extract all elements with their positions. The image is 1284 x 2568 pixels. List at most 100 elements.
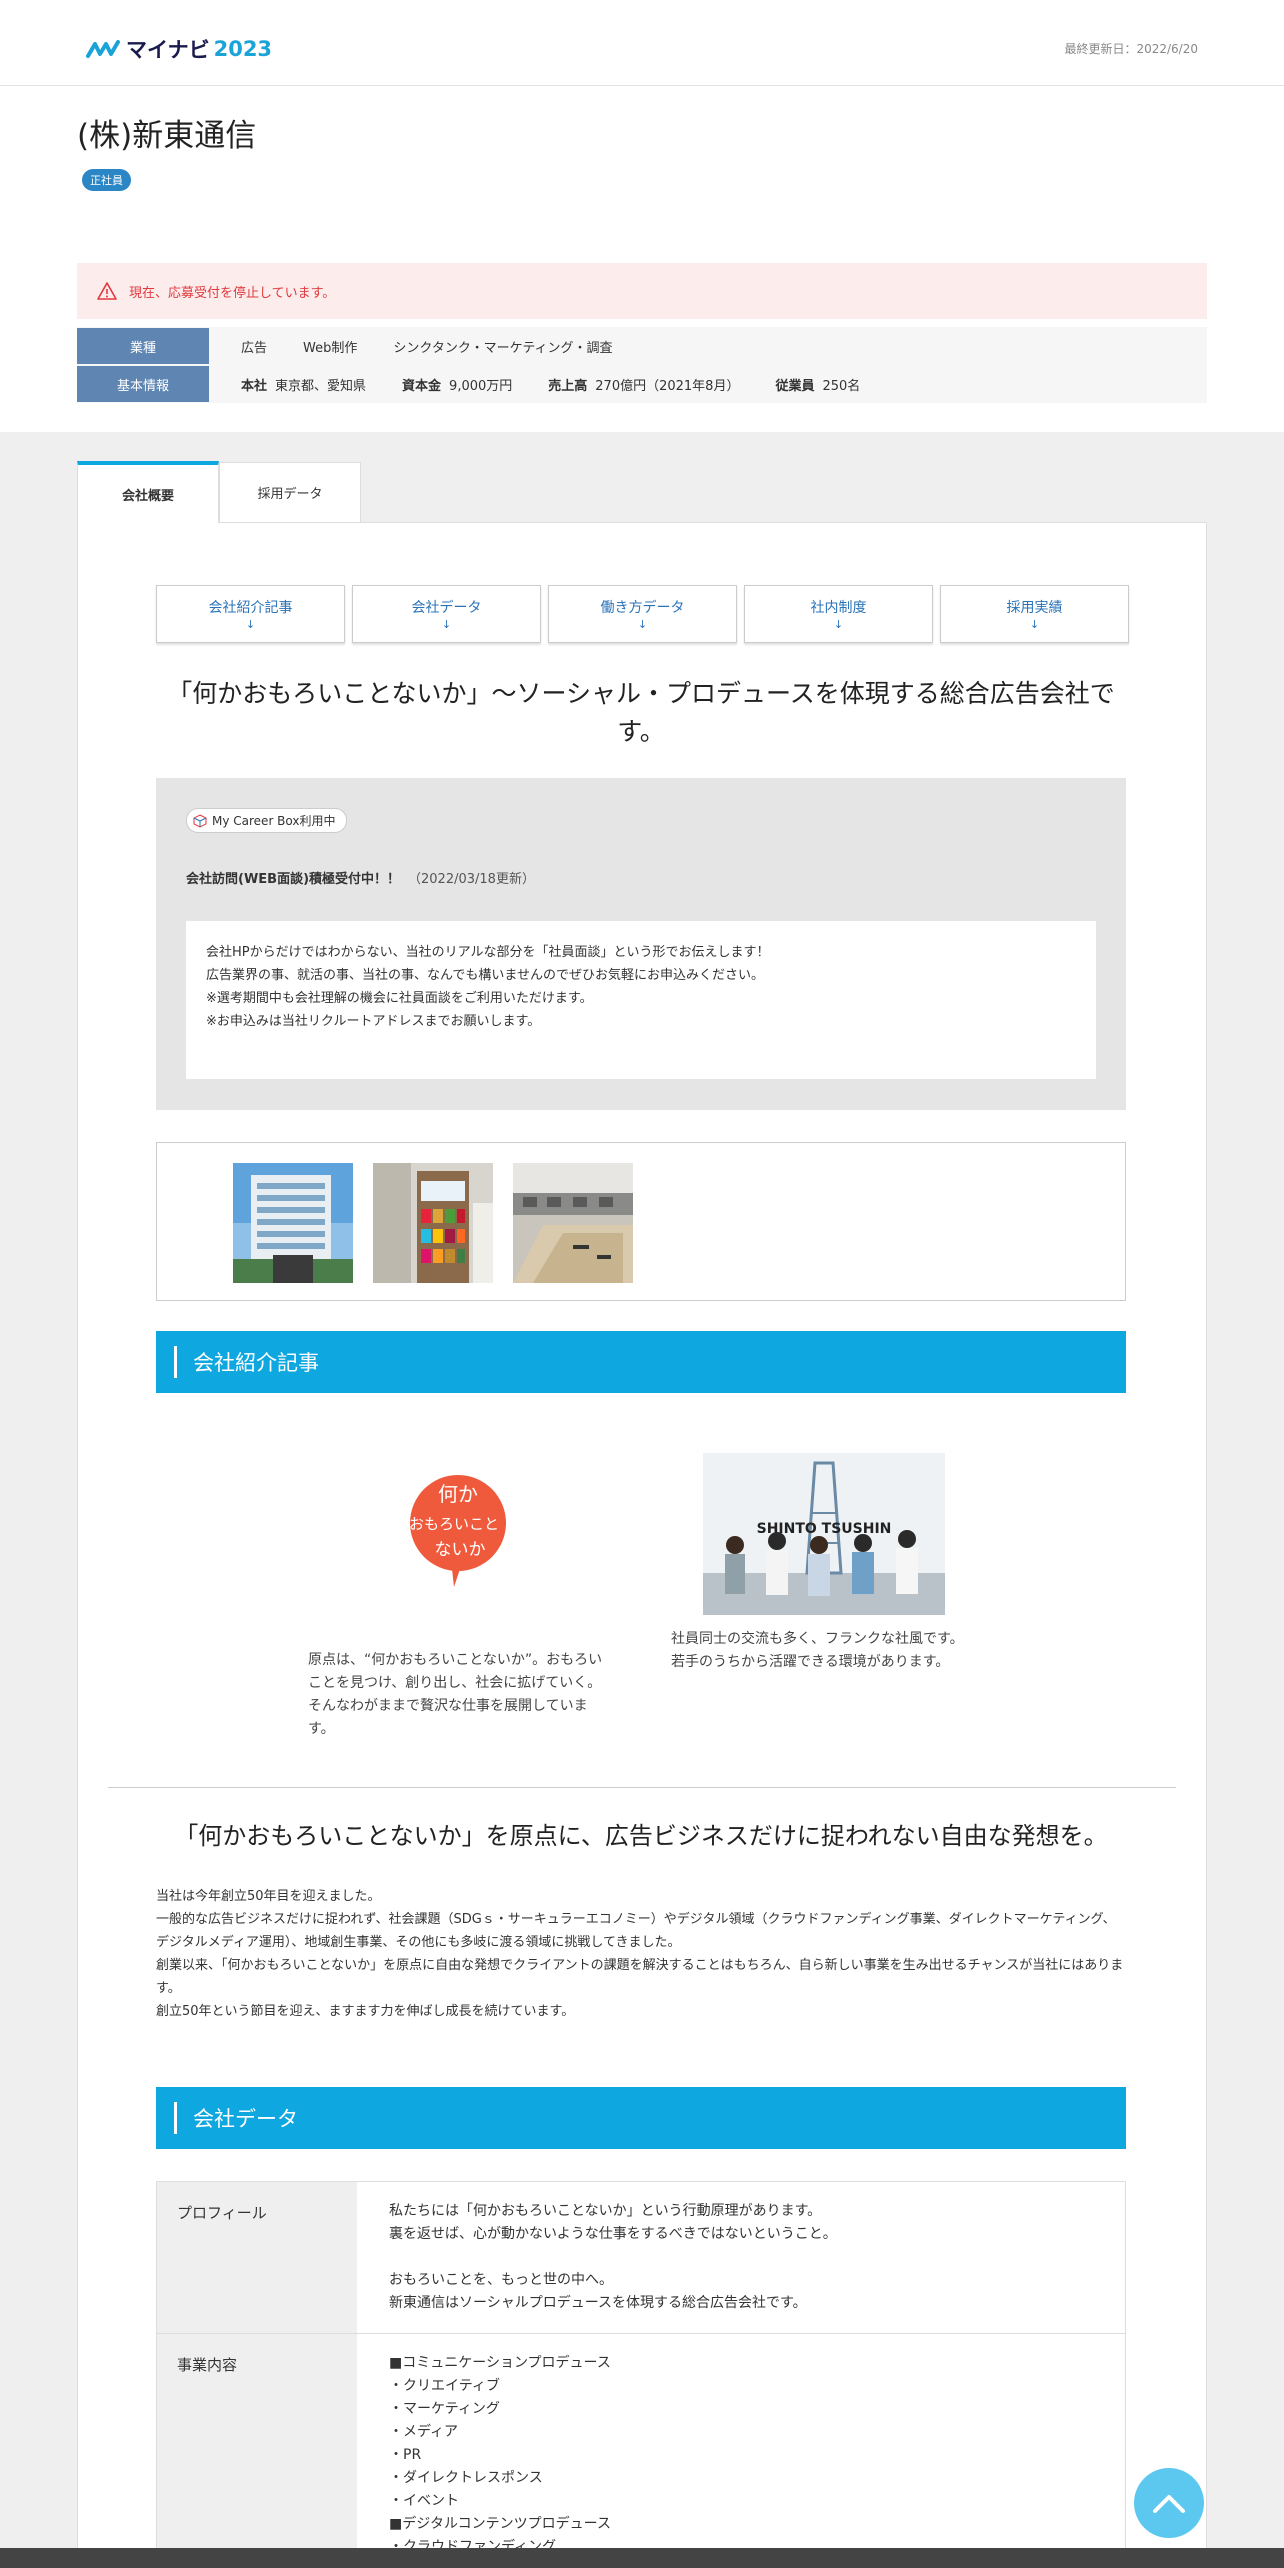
anchor-label: 働き方データ xyxy=(600,600,685,616)
section-title: 会社紹介記事 xyxy=(193,1351,319,1375)
industry-values: 広告 Web制作 シンクタンク・マーケティング・調査 xyxy=(209,337,613,356)
anchor-label: 会社紹介記事 xyxy=(208,600,293,616)
logo-text: マイナビ xyxy=(126,38,210,62)
section-divider xyxy=(108,1787,1176,1788)
arrow-down-icon: ↓ xyxy=(833,618,844,631)
company-info-table: 業種 広告 Web制作 シンクタンク・マーケティング・調査 基本情報 本社 東京都… xyxy=(77,327,1207,403)
logo-lettering: 何か xyxy=(438,1482,478,1506)
industry-row: 業種 広告 Web制作 シンクタンク・マーケティング・調査 xyxy=(77,327,1207,365)
hq-label: 本社 xyxy=(241,378,268,394)
visit-message-line: ※お申込みは当社リクルートアドレスまでお願いします。 xyxy=(206,1014,541,1029)
employees-label: 従業員 xyxy=(775,378,815,394)
industry-label: 業種 xyxy=(77,328,209,364)
chevron-up-icon xyxy=(1153,2495,1185,2513)
description-line: 当社は今年創立50年目を迎えました。 xyxy=(156,1889,381,1904)
anchor-label: 採用実績 xyxy=(1006,600,1063,616)
table-row: プロフィール 私たちには「何かおもろいことないか」という行動原理があります。 裏… xyxy=(157,2182,1125,2334)
industry-item: シンクタンク・マーケティング・調査 xyxy=(393,340,613,356)
employees-info: 従業員 250名 xyxy=(775,375,860,394)
article-text: 原点は、“何かおもろいことないか”。おもろいことを見つけ、創り出し、社会に拡げて… xyxy=(308,1652,603,1737)
company-name: (株)新東通信 xyxy=(77,118,257,154)
row-label: プロフィール xyxy=(157,2182,357,2333)
visit-message-line: 広告業界の事、就活の事、当社の事、なんでも構いませんのでぜひお気軽にお申込みくだ… xyxy=(206,968,764,983)
sales-label: 売上高 xyxy=(548,378,588,394)
row-value: 私たちには「何かおもろいことないか」という行動原理があります。 裏を返せば、心が… xyxy=(389,2203,837,2311)
office-interior-photo[interactable] xyxy=(513,1163,633,1283)
tab-recruitment-data[interactable]: 採用データ xyxy=(219,462,361,522)
arrow-down-icon: ↓ xyxy=(1029,618,1040,631)
visit-date: （2022/03/18更新） xyxy=(408,872,535,887)
description-line: 一般的な広告ビジネスだけに捉われず、社会課題（SDGｓ・サーキュラーエコノミー）… xyxy=(156,1912,1116,1950)
article-line: 若手のうちから活躍できる環境があります。 xyxy=(671,1654,950,1670)
anchor-company-data[interactable]: 会社データ ↓ xyxy=(352,585,541,643)
employees-value: 250名 xyxy=(822,378,861,394)
description-line: 創立50年という節目を迎え、ますます力を伸ばし成長を続けています。 xyxy=(156,2004,575,2019)
visit-title: 会社訪問(WEB面談)積極受付中！！ xyxy=(186,872,401,887)
cube-icon xyxy=(193,813,207,828)
hq-info: 本社 東京都、愛知県 xyxy=(241,375,366,394)
row-label: 事業内容 xyxy=(157,2334,357,2568)
visit-heading: 会社訪問(WEB面談)積極受付中！！ （2022/03/18更新） xyxy=(186,868,535,887)
tab-company-overview[interactable]: 会社概要 xyxy=(77,461,219,523)
table-row: 事業内容 ■コミュニケーションプロデュース ・クリエイティブ ・マーケティング … xyxy=(157,2334,1125,2568)
warning-icon xyxy=(97,282,117,300)
top-area: マイナビ 2023 最終更新日：2022/6/20 (株)新東通信 正社員 現在… xyxy=(0,0,1284,432)
mynavi-logo[interactable]: マイナビ 2023 xyxy=(86,34,272,64)
row-value: ■コミュニケーションプロデュース ・クリエイティブ ・マーケティング ・メディア… xyxy=(389,2355,611,2555)
industry-item: 広告 xyxy=(241,340,268,356)
visit-message: 会社HPからだけではわからない、当社のリアルな部分を「社員面談」という形でお伝え… xyxy=(186,921,1096,1079)
lead-heading: 「何かおもろいことないか」を原点に、広告ビジネスだけに捉われない自由な発想を。 xyxy=(174,1822,1108,1850)
employees-group-photo: SHINTO TSUSHIN xyxy=(703,1453,945,1615)
anchor-label: 会社データ xyxy=(411,600,482,616)
page-tabs: 会社概要 採用データ xyxy=(77,461,1207,523)
logo-lettering: ないか xyxy=(435,1540,486,1560)
career-box-panel: My Career Box利用中 会社訪問(WEB面談)積極受付中！！ （2022… xyxy=(156,778,1126,1110)
capital-value: 9,000万円 xyxy=(449,378,513,394)
site-header: マイナビ 2023 最終更新日：2022/6/20 xyxy=(0,0,1284,86)
mynavi-logo-icon xyxy=(86,40,120,58)
anchor-label: 社内制度 xyxy=(810,600,867,616)
article-line: 社員同士の交流も多く、フランクな社風です。 xyxy=(671,1631,964,1647)
visit-message-line: ※選考期間中も会社理解の機会に社員面談をご利用いただけます。 xyxy=(206,991,593,1006)
section-heading-company-articles: 会社紹介記事 xyxy=(156,1331,1126,1393)
bottom-bar xyxy=(0,2548,1284,2568)
employment-type-badge: 正社員 xyxy=(82,169,131,191)
description-line: 創業以来、「何かおもろいことないか」を原点に自由な発想でクライアントの課題を解決… xyxy=(156,1958,1124,1996)
career-box-label: My Career Box利用中 xyxy=(212,814,336,828)
section-title: 会社データ xyxy=(193,2107,298,2131)
scroll-to-top-button[interactable] xyxy=(1134,2468,1204,2538)
arrow-down-icon: ↓ xyxy=(441,618,452,631)
office-building-photo[interactable] xyxy=(233,1163,353,1283)
arrow-down-icon: ↓ xyxy=(245,618,256,631)
anchor-company-articles[interactable]: 会社紹介記事 ↓ xyxy=(156,585,345,643)
logo-lettering: おもろいこと xyxy=(409,1515,499,1533)
article-text: 社員同士の交流も多く、フランクな社風です。 若手のうちから活躍できる環境がありま… xyxy=(671,1628,1011,1674)
catchcopy: 「何かおもろいことないか」～ソーシャル・プロデュースを体現する総合広告会社です。 xyxy=(167,679,1115,746)
heading-bar xyxy=(174,1346,177,1378)
basic-info-row: 基本情報 本社 東京都、愛知県 資本金 9,000万円 売上高 270億円（2021年… xyxy=(77,365,1207,403)
omoroi-logo-image: 何か おもろいこと ないか xyxy=(409,1475,506,1587)
anchor-internal-systems[interactable]: 社内制度 ↓ xyxy=(744,585,933,643)
company-summary: (株)新東通信 正社員 現在、応募受付を停止しています。 業種 広告 Web制作… xyxy=(0,86,1284,432)
my-career-box-badge[interactable]: My Career Box利用中 xyxy=(186,808,347,833)
logo-year: 2023 xyxy=(213,37,273,61)
application-closed-alert: 現在、応募受付を停止しています。 xyxy=(77,263,1207,319)
heading-bar xyxy=(174,2102,177,2134)
capital-info: 資本金 9,000万円 xyxy=(402,375,512,394)
company-data-table: プロフィール 私たちには「何かおもろいことないか」という行動原理があります。 裏… xyxy=(156,2181,1126,2568)
section-heading-company-data: 会社データ xyxy=(156,2087,1126,2149)
company-description: 当社は今年創立50年目を迎えました。 一般的な広告ビジネスだけに捉われず、社会課… xyxy=(156,1885,1126,2023)
arrow-down-icon: ↓ xyxy=(637,618,648,631)
anchor-hiring-record[interactable]: 採用実績 ↓ xyxy=(940,585,1129,643)
basic-info-label: 基本情報 xyxy=(77,366,209,402)
interior-shelf-photo[interactable] xyxy=(373,1163,493,1283)
sales-info: 売上高 270億円（2021年8月） xyxy=(548,375,739,394)
last-updated: 最終更新日：2022/6/20 xyxy=(1064,42,1198,56)
anchor-work-style-data[interactable]: 働き方データ ↓ xyxy=(548,585,737,643)
capital-label: 資本金 xyxy=(402,378,442,394)
company-articles: 何か おもろいこと ないか 原点は、“何かおもろいことないか”。おもろいことを見… xyxy=(156,1453,1126,1743)
sales-value: 270億円（2021年8月） xyxy=(595,378,740,394)
overview-card: 会社紹介記事 ↓ 会社データ ↓ 働き方データ ↓ 社内制度 ↓ 採用実績 ↓ 「何かおも… xyxy=(77,522,1207,2568)
anchor-nav: 会社紹介記事 ↓ 会社データ ↓ 働き方データ ↓ 社内制度 ↓ 採用実績 ↓ xyxy=(156,585,1129,643)
visit-message-line: 会社HPからだけではわからない、当社のリアルな部分を「社員面談」という形でお伝え… xyxy=(206,945,770,960)
